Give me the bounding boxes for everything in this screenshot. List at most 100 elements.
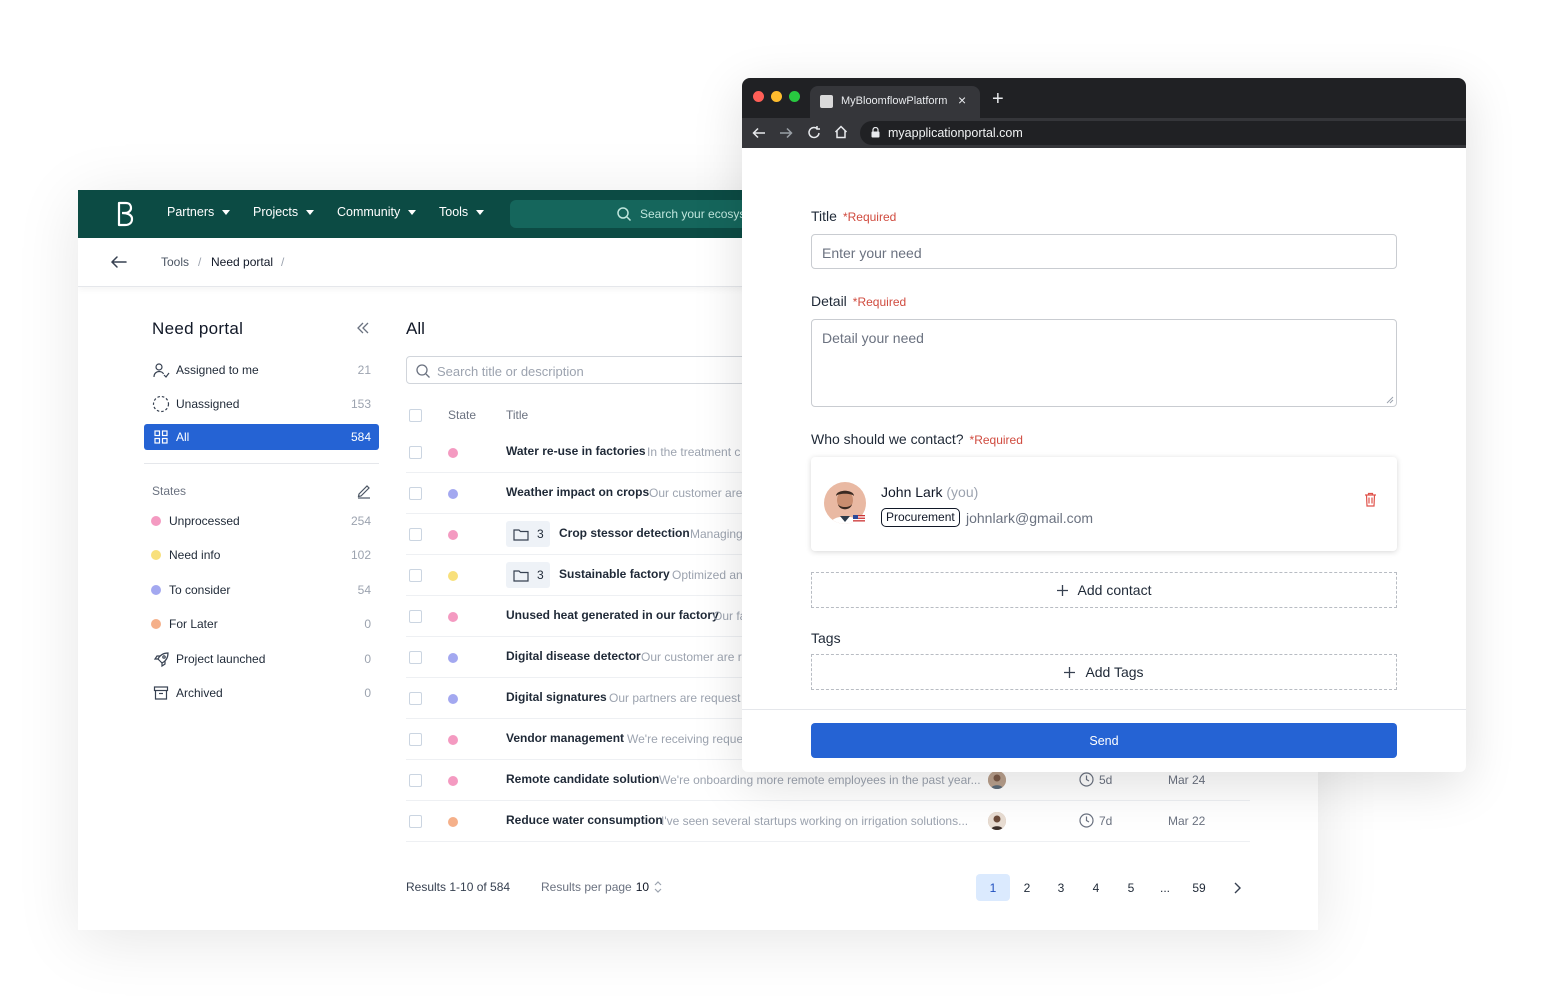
detail-label-text: Detail [811, 293, 847, 309]
next-page-button[interactable] [1220, 874, 1254, 901]
bloomflow-logo[interactable] [116, 201, 134, 227]
age-text: 5d [1099, 772, 1113, 787]
row-description: Our customer are r [641, 650, 742, 664]
results-summary: Results 1-10 of 584 [406, 880, 511, 894]
row-checkbox[interactable] [409, 733, 422, 746]
chevron-down-icon [306, 209, 315, 215]
home-icon[interactable] [834, 125, 848, 139]
nav-partners[interactable]: Partners [167, 205, 231, 219]
age-indicator: 5d [1079, 772, 1112, 787]
row-description: We're receiving reque [627, 732, 744, 746]
row-checkbox[interactable] [409, 528, 422, 541]
window-close-light[interactable] [753, 91, 764, 102]
sidebar-item-unassigned[interactable]: Unassigned 153 [144, 391, 379, 417]
detail-field-label: Detail *Required [811, 293, 906, 309]
row-title: Remote candidate solution [506, 772, 660, 786]
select-all-checkbox[interactable] [409, 409, 422, 422]
row-description: Managing [690, 527, 743, 541]
folder-badge[interactable]: 3 [506, 562, 550, 588]
state-count: 102 [350, 548, 371, 562]
edit-pencil-icon[interactable] [356, 483, 372, 499]
sidebar-item-all[interactable]: All 584 [144, 424, 379, 450]
nav-projects[interactable]: Projects [253, 205, 315, 219]
page-button-5[interactable]: 5 [1114, 874, 1148, 901]
state-item-to-consider[interactable]: To consider 54 [151, 580, 379, 600]
row-title: Crop stessor detection [559, 526, 690, 540]
per-page-label: Results per page [541, 880, 632, 894]
row-checkbox[interactable] [409, 610, 422, 623]
sort-updown-icon [654, 881, 662, 893]
browser-forward-icon[interactable] [779, 126, 793, 140]
row-checkbox[interactable] [409, 815, 422, 828]
breadcrumb-need-portal[interactable]: Need portal [211, 255, 273, 269]
favicon-icon [820, 95, 833, 108]
nav-tools[interactable]: Tools [439, 205, 485, 219]
row-checkbox[interactable] [409, 651, 422, 664]
avatar [824, 482, 866, 524]
sidebar-item-project-launched[interactable]: Project launched 0 [144, 646, 379, 672]
contact-name: John Lark (you) [881, 484, 978, 500]
state-item-unprocessed[interactable]: Unprocessed 254 [151, 511, 379, 531]
url-field[interactable]: myapplicationportal.com [860, 121, 1466, 145]
folder-count: 3 [537, 527, 544, 541]
table-row[interactable]: Reduce water consumption I've seen sever… [406, 801, 1250, 842]
reload-icon[interactable] [807, 125, 821, 140]
send-button[interactable]: Send [811, 723, 1397, 758]
archive-icon [152, 684, 170, 702]
title-label-text: Title [811, 208, 837, 224]
add-tags-button[interactable]: Add Tags [811, 654, 1397, 690]
detail-textarea[interactable]: Detail your need [811, 319, 1397, 407]
folder-badge[interactable]: 3 [506, 521, 550, 547]
nav-community[interactable]: Community [337, 205, 417, 219]
tab-close-icon[interactable]: × [958, 92, 966, 108]
sidebar-item-label: Archived [176, 686, 223, 700]
add-contact-button[interactable]: Add contact [811, 572, 1397, 608]
state-item-need-info[interactable]: Need info 102 [151, 545, 379, 565]
row-checkbox[interactable] [409, 774, 422, 787]
row-date: Mar 22 [1168, 814, 1206, 828]
collapse-sidebar-icon[interactable] [356, 322, 370, 334]
row-title: Weather impact on crops [506, 485, 650, 499]
browser-back-icon[interactable] [752, 126, 766, 140]
title-input[interactable]: Enter your need [811, 234, 1397, 269]
contact-card: John Lark (you) Procurement johnlark@gma… [811, 457, 1397, 551]
page-button-3[interactable]: 3 [1044, 874, 1078, 901]
assignee-avatar[interactable] [988, 812, 1006, 830]
row-description: Our customer are [649, 486, 743, 500]
sidebar-item-archived[interactable]: Archived 0 [144, 680, 379, 706]
sidebar-item-assigned-to-me[interactable]: Assigned to me 21 [144, 357, 379, 383]
contact-you-marker: (you) [946, 484, 979, 500]
browser-tab[interactable]: MyBloomflowPlatform × [810, 86, 980, 118]
breadcrumb-tools[interactable]: Tools [161, 255, 189, 269]
row-checkbox[interactable] [409, 569, 422, 582]
row-title: Vendor management [506, 731, 625, 745]
trash-icon[interactable] [1364, 492, 1377, 507]
state-count: 0 [364, 617, 371, 631]
back-arrow-icon[interactable] [110, 254, 128, 270]
new-tab-icon[interactable]: + [992, 88, 1004, 111]
search-icon [416, 364, 430, 378]
assignee-avatar[interactable] [988, 771, 1006, 789]
page-button-4[interactable]: 4 [1079, 874, 1113, 901]
resize-handle-icon[interactable] [1386, 396, 1394, 404]
window-maximize-light[interactable] [789, 91, 800, 102]
row-checkbox[interactable] [409, 446, 422, 459]
row-checkbox[interactable] [409, 487, 422, 500]
row-description: Our partners are request [609, 691, 741, 705]
page-button-1[interactable]: 1 [976, 874, 1010, 901]
folder-icon [513, 569, 529, 582]
folder-icon [513, 528, 529, 541]
sidebar-item-count: 0 [364, 686, 371, 700]
results-per-page-select[interactable]: Results per page 10 [541, 880, 663, 894]
window-minimize-light[interactable] [771, 91, 782, 102]
row-description: I've seen several startups working on ir… [661, 814, 969, 828]
page-button-2[interactable]: 2 [1010, 874, 1044, 901]
nav-projects-label: Projects [253, 205, 299, 219]
row-title: Reduce water consumption [506, 813, 663, 827]
per-page-value: 10 [635, 880, 650, 894]
row-date: Mar 24 [1168, 773, 1206, 787]
row-checkbox[interactable] [409, 692, 422, 705]
row-description: We're onboarding more remote employees i… [659, 773, 981, 787]
page-button-59[interactable]: 59 [1182, 874, 1216, 901]
state-item-for-later[interactable]: For Later 0 [151, 614, 379, 634]
